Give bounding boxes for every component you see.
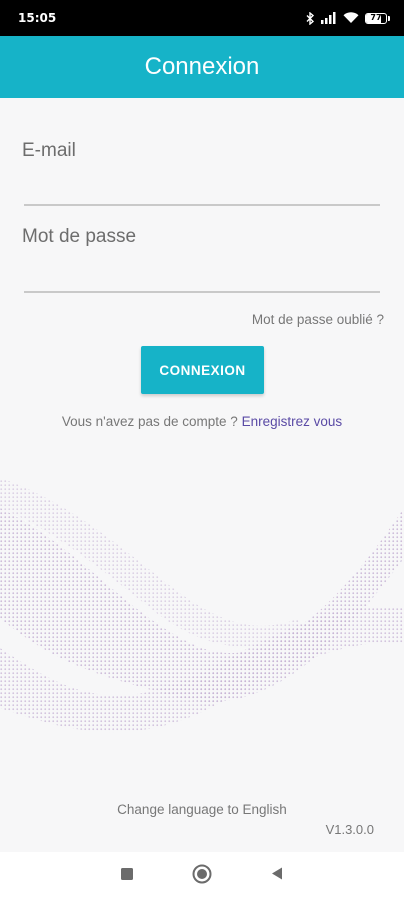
battery-icon: 77: [365, 12, 390, 24]
password-field[interactable]: [24, 258, 384, 290]
recents-square-icon: [121, 867, 134, 885]
page-title: Connexion: [144, 53, 260, 80]
login-content: E-mail Mot de passe Mot de passe oublié …: [0, 98, 404, 852]
wifi-icon: [343, 12, 359, 24]
home-button[interactable]: [182, 856, 222, 896]
status-icons: 77: [306, 11, 390, 25]
decorative-wave-image: [0, 478, 404, 733]
back-button[interactable]: [257, 856, 297, 896]
no-account-text: Vous n'avez pas de compte ?: [61, 414, 238, 429]
password-label: Mot de passe: [22, 226, 137, 247]
forgot-password-link[interactable]: Mot de passe oublié ?: [252, 312, 384, 327]
system-nav-bar: [0, 852, 404, 900]
signal-icon: [321, 12, 337, 24]
email-label: E-mail: [22, 140, 76, 161]
app-bar: Connexion: [0, 36, 404, 98]
home-circle-icon: [192, 864, 212, 889]
status-bar: 15:05 77: [0, 0, 404, 36]
signup-row: Vous n'avez pas de compte ? Enregistrez …: [0, 414, 404, 429]
password-underline: [24, 291, 380, 293]
battery-level: 77: [370, 13, 382, 22]
status-time: 15:05: [18, 11, 57, 25]
recents-button[interactable]: [107, 856, 147, 896]
back-triangle-icon: [271, 867, 283, 885]
version-text: V1.3.0.0: [325, 822, 374, 837]
email-field[interactable]: [24, 172, 384, 204]
change-language-link[interactable]: Change language to English: [0, 802, 404, 817]
login-button[interactable]: CONNEXION: [141, 346, 264, 394]
register-link[interactable]: Enregistrez vous: [242, 414, 343, 429]
email-underline: [24, 204, 380, 206]
bluetooth-icon: [306, 11, 315, 25]
